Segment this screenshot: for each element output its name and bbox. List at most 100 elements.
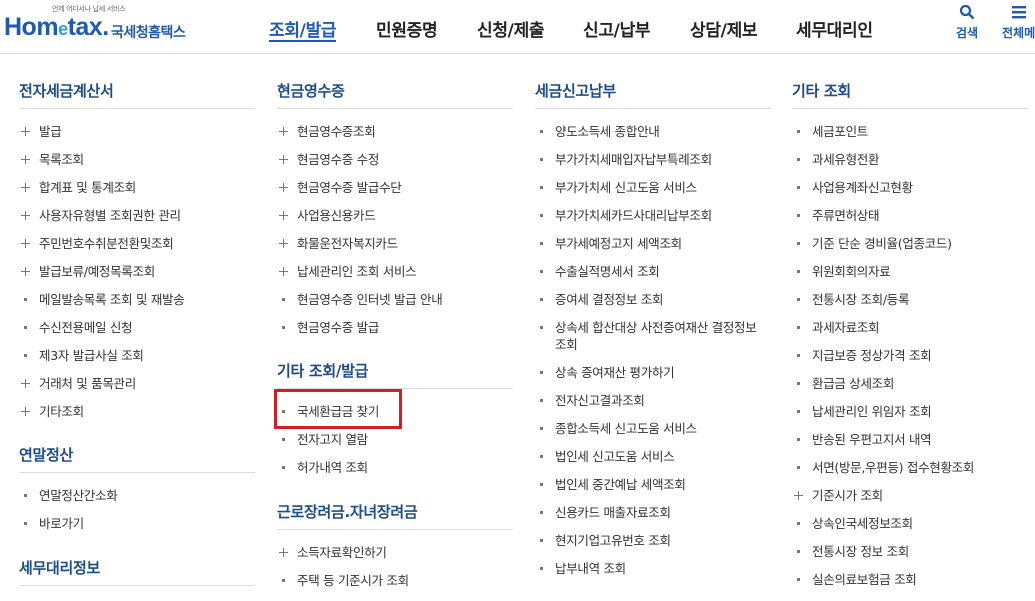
menu-item[interactable]: 환급금 상세조회 — [792, 375, 1028, 392]
menu-item-label: 서면(방문,우편등) 접수현황조회 — [812, 460, 975, 475]
menu-item[interactable]: 세금포인트 — [792, 123, 1028, 140]
plus-icon — [279, 235, 291, 252]
menu-item[interactable]: 허가내역 조회 — [277, 459, 513, 476]
menu-item[interactable]: 거래처 및 품목관리 — [19, 375, 255, 392]
menu-item[interactable]: 반송된 우편고지서 내역 — [792, 431, 1028, 448]
menu-item[interactable]: 과세자료조회 — [792, 319, 1028, 336]
bullet-icon — [794, 403, 806, 420]
menu-item[interactable]: 현금영수증 인터넷 발급 안내 — [277, 291, 513, 308]
menu-item[interactable]: 전통시장 조회/등록 — [792, 291, 1028, 308]
menu-item[interactable]: 상속세 합산대상 사전증여재산 결정정보 조회 — [535, 319, 771, 353]
bullet-icon — [279, 319, 291, 336]
bullet-icon — [21, 347, 33, 364]
menu-item-label: 주택 등 기준시가 조회 — [297, 573, 409, 588]
menu-item[interactable]: 지급보증 정상가격 조회 — [792, 347, 1028, 364]
bullet-icon — [537, 476, 549, 493]
menu-item[interactable]: 기타조회 — [19, 403, 255, 420]
menu-item[interactable]: 납세관리인 위임자 조회 — [792, 403, 1028, 420]
menu-item[interactable]: 상속 증여재산 평가하기 — [535, 364, 771, 381]
menu-item[interactable]: 법인세 신고도움 서비스 — [535, 448, 771, 465]
menu-item[interactable]: 목록조회 — [19, 151, 255, 168]
menu-item[interactable]: 현지기업고유번호 조회 — [535, 532, 771, 549]
menu-item[interactable]: 현금영수증조회 — [277, 123, 513, 140]
section-divider — [277, 108, 513, 109]
menu-item[interactable]: 발급 — [19, 123, 255, 140]
menu-item[interactable]: 기준 단순 경비율(업종코드) — [792, 235, 1028, 252]
menu-item[interactable]: 수신전용메일 신청 — [19, 319, 255, 336]
menu-item[interactable]: 주민번호수취분전환및조회 — [19, 235, 255, 252]
menu-item[interactable]: 전자신고결과조회 — [535, 392, 771, 409]
section-title[interactable]: 세금신고납부 — [535, 80, 616, 101]
menu-item[interactable]: 사업용신용카드 — [277, 207, 513, 224]
full-menu-button[interactable]: 전체메 — [1002, 4, 1035, 41]
plus-icon — [279, 263, 291, 280]
menu-item-label: 지급보증 정상가격 조회 — [812, 348, 932, 363]
section-title[interactable]: 근로장려금.자녀장려금 — [277, 501, 418, 522]
menu-item-label: 수출실적명세서 조회 — [555, 264, 660, 279]
menu-item[interactable]: 증여세 결정정보 조회 — [535, 291, 771, 308]
menu-item[interactable]: 상속인국세정보조회 — [792, 515, 1028, 532]
menu-item-label: 소득자료확인하기 — [297, 545, 387, 560]
section-title[interactable]: 연말정산 — [19, 444, 73, 465]
menu-item[interactable]: 소득자료확인하기 — [277, 544, 513, 561]
menu-item-label: 부가세예정고지 세액조회 — [555, 236, 682, 251]
menu-item[interactable]: 사업용계좌신고현황 — [792, 179, 1028, 196]
hometax-logo[interactable]: 언제 어디서나 납세 서비스 Hometax. 국세청홈택스 — [4, 4, 204, 48]
menu-item[interactable]: 사용자유형별 조회권한 관리 — [19, 207, 255, 224]
menu-item[interactable]: 바로가기 — [19, 515, 255, 532]
menu-item[interactable]: 종합소득세 신고도움 서비스 — [535, 420, 771, 437]
section-title[interactable]: 현금영수증 — [277, 80, 345, 101]
menu-item[interactable]: 전통시장 정보 조회 — [792, 543, 1028, 560]
menu-item-label: 거래처 및 품목관리 — [39, 376, 136, 391]
menu-item[interactable]: 제3자 발급사실 조회 — [19, 347, 255, 364]
menu-item[interactable]: 연말정산간소화 — [19, 487, 255, 504]
menu-item[interactable]: 법인세 중간예납 세액조회 — [535, 476, 771, 493]
menu-item[interactable]: 합계표 및 통계조회 — [19, 179, 255, 196]
menu-item-label: 현금영수증 발급 — [297, 320, 380, 335]
menu-item[interactable]: 부가가치세매입자납부특례조회 — [535, 151, 771, 168]
menu-item[interactable]: 신용카드 매출자료조회 — [535, 504, 771, 521]
menu-item[interactable]: 메일발송목록 조회 및 재발송 — [19, 291, 255, 308]
menu-item[interactable]: 부가가치세카드사대리납부조회 — [535, 207, 771, 224]
menu-item[interactable]: 현금영수증 발급수단 — [277, 179, 513, 196]
menu-item[interactable]: 국세환급금 찾기 — [277, 403, 513, 420]
menu-item[interactable]: 부가가치세 신고도움 서비스 — [535, 179, 771, 196]
menu-item-label: 납부내역 조회 — [555, 561, 626, 576]
menu-item[interactable]: 현금영수증 발급 — [277, 319, 513, 336]
menu-item[interactable]: 실손의료보험금 조회 — [792, 571, 1028, 588]
nav-lookup-issue[interactable]: 조회/발급 — [269, 16, 337, 42]
nav-apply-submit[interactable]: 신청/제출 — [477, 16, 545, 41]
menu-item[interactable]: 화물운전자복지카드 — [277, 235, 513, 252]
nav-civil-certificate[interactable]: 민원증명 — [376, 16, 438, 41]
plus-icon — [279, 207, 291, 224]
menu-item[interactable]: 위원회회의자료 — [792, 263, 1028, 280]
menu-item[interactable]: 수출실적명세서 조회 — [535, 263, 771, 280]
menu-item-label: 전자신고결과조회 — [555, 393, 645, 408]
section-title[interactable]: 기타 조회 — [792, 80, 851, 101]
menu-item[interactable]: 전자고지 열람 — [277, 431, 513, 448]
search-button[interactable]: 검색 — [956, 4, 978, 41]
menu-item[interactable]: 주택 등 기준시가 조회 — [277, 572, 513, 589]
menu-item[interactable]: 부가세예정고지 세액조회 — [535, 235, 771, 252]
nav-report-pay[interactable]: 신고/납부 — [583, 16, 651, 41]
menu-item[interactable]: 서면(방문,우편등) 접수현황조회 — [792, 459, 1028, 476]
menu-item[interactable]: 현금영수증 수정 — [277, 151, 513, 168]
bullet-icon — [279, 459, 291, 476]
section-title[interactable]: 기타 조회/발급 — [277, 360, 368, 381]
bullet-icon — [279, 431, 291, 448]
section-title[interactable]: 전자세금계산서 — [19, 80, 114, 101]
section-title[interactable]: 세무대리정보 — [19, 557, 100, 578]
menu-item[interactable]: 양도소득세 종합안내 — [535, 123, 771, 140]
menu-item[interactable]: 주류면허상태 — [792, 207, 1028, 224]
menu-item[interactable]: 납부내역 조회 — [535, 560, 771, 577]
menu-item[interactable]: 납세관리인 조회 서비스 — [277, 263, 513, 280]
menu-item[interactable]: 과세유형전환 — [792, 151, 1028, 168]
bullet-icon — [794, 207, 806, 224]
menu-item[interactable]: 기준시가 조회 — [792, 487, 1028, 504]
nav-tax-agent[interactable]: 세무대리인 — [796, 16, 873, 41]
menu-item[interactable]: 발급보류/예정목록조회 — [19, 263, 255, 280]
section-divider — [277, 529, 513, 530]
menu-item-label: 주류면허상태 — [812, 208, 880, 223]
nav-consult-report[interactable]: 상담/제보 — [690, 16, 758, 41]
plus-icon — [21, 375, 33, 392]
